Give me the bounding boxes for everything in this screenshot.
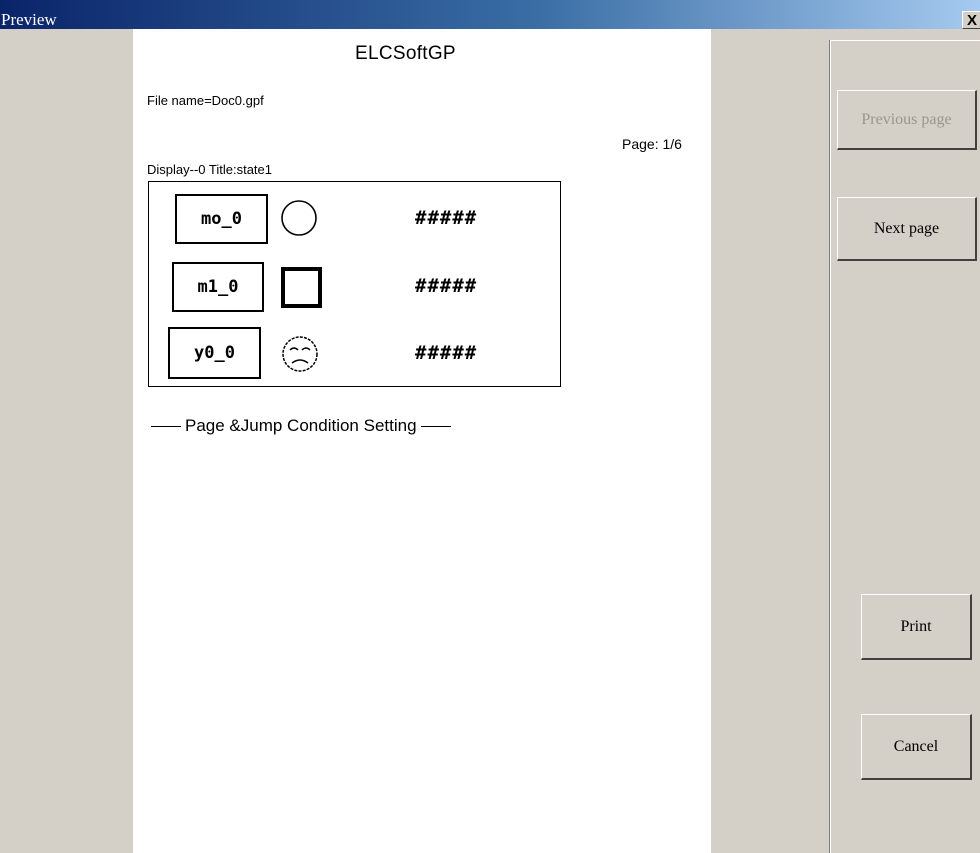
panel-separator [830,41,831,853]
divider [151,425,181,427]
section-heading: Page &Jump Condition Setting [147,416,455,436]
file-name-label: File name=Doc0.gpf [147,93,264,108]
print-button[interactable]: Print [861,594,972,660]
document-title: ELCSoftGP [355,43,456,64]
window-title: Preview [1,10,57,29]
preview-page: ELCSoftGP File name=Doc0.gpf Page: 1/6 D… [133,29,711,853]
display-title-line: Display--0 Title:state1 [147,162,272,177]
cancel-button[interactable]: Cancel [861,714,972,780]
sad-face-icon [282,336,318,372]
panel-separator [830,40,980,41]
next-page-button[interactable]: Next page [837,197,977,261]
element-label: m1_0 [172,262,264,312]
page-number: Page: 1/6 [622,136,682,152]
previous-page-button[interactable]: Previous page [837,90,977,150]
value-display: ##### [415,275,478,297]
element-label: mo_0 [175,194,268,244]
divider [420,425,451,427]
screen-frame: mo_0 ##### m1_0 ##### y0_0 ##### [148,181,561,387]
circle-icon [281,200,317,236]
square-icon [281,267,322,308]
value-display: ##### [415,207,478,229]
section-heading-text: Page &Jump Condition Setting [185,416,417,435]
value-display: ##### [415,342,478,364]
title-bar: Preview X [0,0,980,29]
element-label: y0_0 [168,327,261,379]
close-icon[interactable]: X [962,11,980,29]
